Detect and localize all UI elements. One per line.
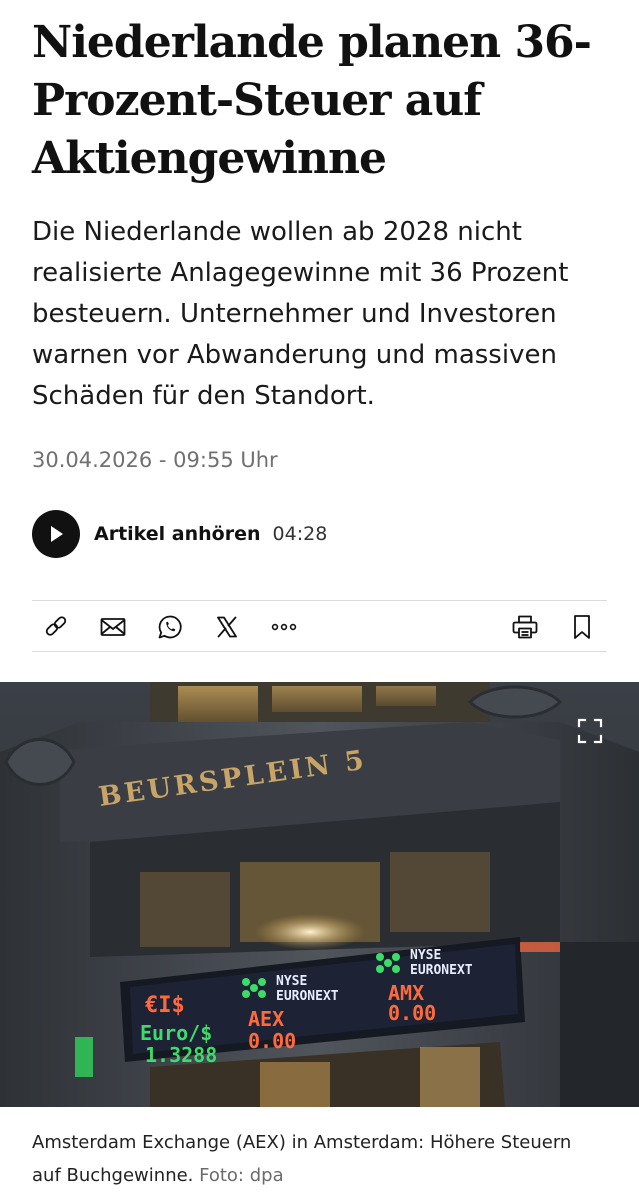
print-button[interactable] [511, 613, 539, 641]
play-icon [51, 526, 63, 542]
x-icon [217, 616, 237, 638]
audio-player: Artikel anhören 04:28 [32, 509, 327, 559]
play-button[interactable] [32, 510, 80, 558]
bookmark-icon [574, 615, 590, 639]
listen-article-link[interactable]: Artikel anhören [94, 523, 261, 545]
share-toolbar [32, 600, 607, 652]
ticker-euro-symbol: €I$ [145, 993, 185, 1018]
photo-caption: Amsterdam Exchange (AEX) in Amsterdam: H… [32, 1126, 622, 1192]
expand-icon [577, 718, 603, 744]
headline-line: Prozent-Steuer auf [32, 75, 482, 126]
headline-line: Niederlande planen 36- [32, 17, 592, 68]
caption-line: Amsterdam Exchange (AEX) in Amsterdam: H… [32, 1132, 572, 1153]
audio-duration: 04:28 [272, 523, 328, 545]
ticker-brand-line1: NYSE [276, 974, 307, 989]
bookmark-button[interactable] [568, 613, 596, 641]
article-headline: Niederlande planen 36- Prozent-Steuer au… [32, 14, 622, 188]
ticker-brand-line2: EURONEXT [276, 989, 339, 1004]
lead-line: Schäden für den Standort. [32, 381, 375, 411]
lead-line: Die Niederlande wollen ab 2028 nicht [32, 217, 522, 247]
lead-line: warnen vor Abwanderung und massiven [32, 340, 557, 370]
article-photo[interactable]: BEURSPLEIN 5 €I$ Euro/$ 1.3288 NYSE EURO… [0, 682, 639, 1107]
ticker-amx-value: 0.00 [388, 1001, 436, 1025]
more-icon [271, 623, 297, 631]
ticker-brand2-line2: EURONEXT [410, 963, 473, 978]
lead-line: realisierte Anlagegewinne mit 36 Prozent [32, 258, 569, 288]
caption-text: auf Buchgewinne. [32, 1165, 194, 1186]
share-whatsapp-button[interactable] [156, 613, 184, 641]
ticker-aex-value: 0.00 [248, 1029, 296, 1053]
more-options-button[interactable] [270, 613, 298, 641]
ticker-aex-label: AEX [248, 1007, 284, 1031]
share-link-button[interactable] [42, 613, 70, 641]
mail-icon [100, 618, 126, 636]
lead-line: besteuern. Unternehmer und Investoren [32, 299, 557, 329]
article-lead: Die Niederlande wollen ab 2028 nicht rea… [32, 212, 622, 417]
caption-line-with-credit: auf Buchgewinne. Foto: dpa [32, 1159, 622, 1192]
whatsapp-icon [158, 615, 182, 639]
headline-line: Aktiengewinne [32, 133, 387, 184]
ticker-brand2-line1: NYSE [410, 948, 441, 963]
exchange-building-photo: BEURSPLEIN 5 €I$ Euro/$ 1.3288 NYSE EURO… [0, 682, 639, 1107]
link-icon [45, 616, 67, 636]
photo-credit: Foto: dpa [199, 1165, 284, 1186]
print-icon [512, 615, 538, 639]
fullscreen-button[interactable] [577, 718, 603, 744]
ticker-euro-label: Euro/$ [140, 1021, 212, 1045]
publish-date: 30.04.2026 - 09:55 Uhr [32, 448, 278, 472]
share-x-button[interactable] [213, 613, 241, 641]
share-mail-button[interactable] [99, 613, 127, 641]
